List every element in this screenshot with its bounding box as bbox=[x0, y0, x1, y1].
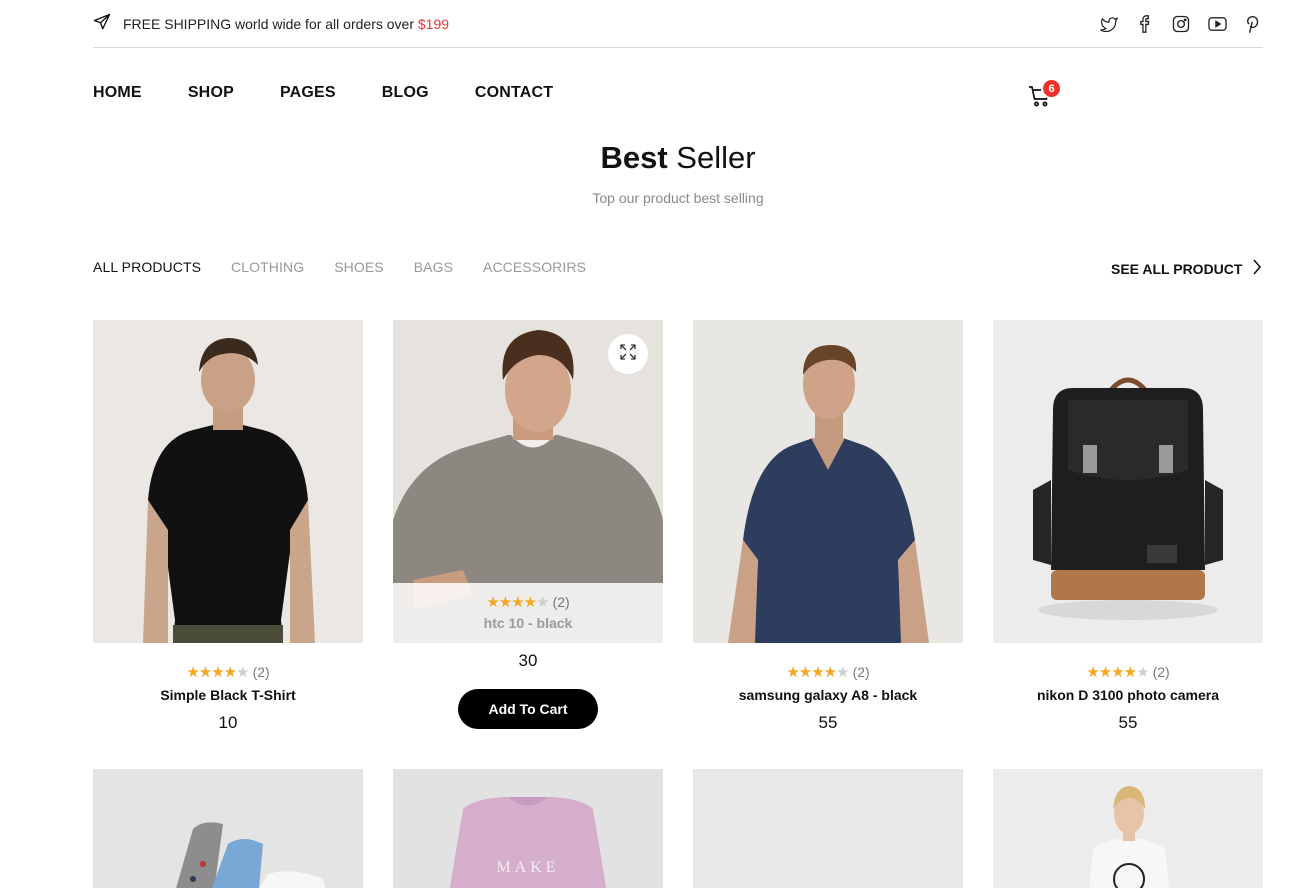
product-card[interactable]: ★★★★★ (2) samsung galaxy A8 - black 55 bbox=[693, 320, 963, 733]
section-title-light: Seller bbox=[676, 140, 756, 175]
top-bar: FREE SHIPPING world wide for all orders … bbox=[93, 0, 1263, 48]
product-image[interactable] bbox=[993, 769, 1263, 888]
shipping-text: FREE SHIPPING world wide for all orders … bbox=[123, 15, 414, 32]
svg-text:MAKE: MAKE bbox=[496, 859, 559, 876]
social-links bbox=[1099, 14, 1263, 34]
section-title-bold: Best bbox=[600, 140, 668, 175]
nav-blog[interactable]: BLOG bbox=[382, 84, 429, 102]
product-image[interactable]: MAKE bbox=[393, 769, 663, 888]
see-all-label: SEE ALL PRODUCT bbox=[1111, 260, 1243, 277]
main-nav: HOME SHOP PAGES BLOG CONTACT bbox=[93, 84, 553, 102]
product-name[interactable]: samsung galaxy A8 - black bbox=[693, 687, 963, 703]
tab-accessories[interactable]: ACCESSORIRS bbox=[483, 259, 586, 275]
send-icon bbox=[93, 13, 111, 34]
nav-home[interactable]: HOME bbox=[93, 84, 142, 102]
expand-icon bbox=[620, 343, 636, 365]
tab-bags[interactable]: BAGS bbox=[414, 259, 453, 275]
product-image[interactable]: ★★★★★ (2) htc 10 - black bbox=[393, 320, 663, 643]
star-rating-icon: ★★★★★ bbox=[1086, 664, 1149, 681]
product-price: 55 bbox=[1118, 713, 1138, 732]
see-all-product-link[interactable]: SEE ALL PRODUCT bbox=[1111, 259, 1262, 278]
cart-button[interactable]: 6 bbox=[1028, 78, 1062, 110]
product-price: 10 bbox=[218, 713, 238, 732]
section-subtitle: Top our product best selling bbox=[592, 190, 764, 206]
nav-contact[interactable]: CONTACT bbox=[475, 84, 553, 102]
product-rating: ★★★★★ (2) bbox=[993, 663, 1263, 681]
product-price: 30 bbox=[518, 651, 538, 670]
product-image[interactable] bbox=[93, 769, 363, 888]
product-card[interactable]: ★★★★★ (2) Simple Black T-Shirt 10 bbox=[93, 320, 363, 733]
star-rating-icon: ★★★★★ bbox=[486, 594, 549, 611]
review-count: (2) bbox=[1152, 664, 1170, 680]
product-rating: ★★★★★ (2) bbox=[393, 593, 663, 611]
nav-shop[interactable]: SHOP bbox=[188, 84, 234, 102]
product-rating: ★★★★★ (2) bbox=[93, 663, 363, 681]
tab-all-products[interactable]: ALL PRODUCTS bbox=[93, 259, 201, 275]
youtube-icon[interactable] bbox=[1207, 14, 1227, 34]
twitter-icon[interactable] bbox=[1099, 14, 1119, 34]
product-price: 55 bbox=[818, 713, 838, 732]
facebook-icon[interactable] bbox=[1135, 14, 1155, 34]
shipping-notice: FREE SHIPPING world wide for all orders … bbox=[93, 13, 449, 34]
nav-pages[interactable]: PAGES bbox=[280, 84, 336, 102]
product-name[interactable]: nikon D 3100 photo camera bbox=[993, 687, 1263, 703]
product-rating: ★★★★★ (2) bbox=[693, 663, 963, 681]
star-rating-icon: ★★★★★ bbox=[186, 664, 249, 681]
product-image[interactable] bbox=[93, 320, 363, 643]
product-hover-overlay: ★★★★★ (2) htc 10 - black bbox=[393, 583, 663, 643]
product-image[interactable] bbox=[693, 320, 963, 643]
review-count: (2) bbox=[852, 664, 870, 680]
chevron-right-icon bbox=[1252, 259, 1262, 278]
section-title: Best Seller bbox=[0, 140, 1316, 176]
review-count: (2) bbox=[252, 664, 270, 680]
product-name[interactable]: Simple Black T-Shirt bbox=[93, 687, 363, 703]
product-name[interactable]: htc 10 - black bbox=[393, 615, 663, 631]
review-count: (2) bbox=[552, 594, 570, 610]
pinterest-icon[interactable] bbox=[1243, 14, 1263, 34]
product-card[interactable]: ★★★★★ (2) nikon D 3100 photo camera 55 bbox=[993, 320, 1263, 733]
shipping-price: $199 bbox=[417, 15, 450, 32]
instagram-icon[interactable] bbox=[1171, 14, 1191, 34]
cart-count-badge: 6 bbox=[1041, 78, 1062, 99]
star-rating-icon: ★★★★★ bbox=[786, 664, 849, 681]
category-tabs: ALL PRODUCTS CLOTHING SHOES BAGS ACCESSO… bbox=[93, 259, 586, 275]
product-image[interactable] bbox=[693, 769, 963, 888]
tab-shoes[interactable]: SHOES bbox=[334, 259, 384, 275]
product-image[interactable] bbox=[993, 320, 1263, 643]
add-to-cart-button[interactable]: Add To Cart bbox=[458, 689, 598, 729]
product-card[interactable]: ★★★★★ (2) htc 10 - black 30 Add To Cart bbox=[393, 320, 663, 729]
quick-view-button[interactable] bbox=[608, 334, 648, 374]
tab-clothing[interactable]: CLOTHING bbox=[231, 259, 304, 275]
